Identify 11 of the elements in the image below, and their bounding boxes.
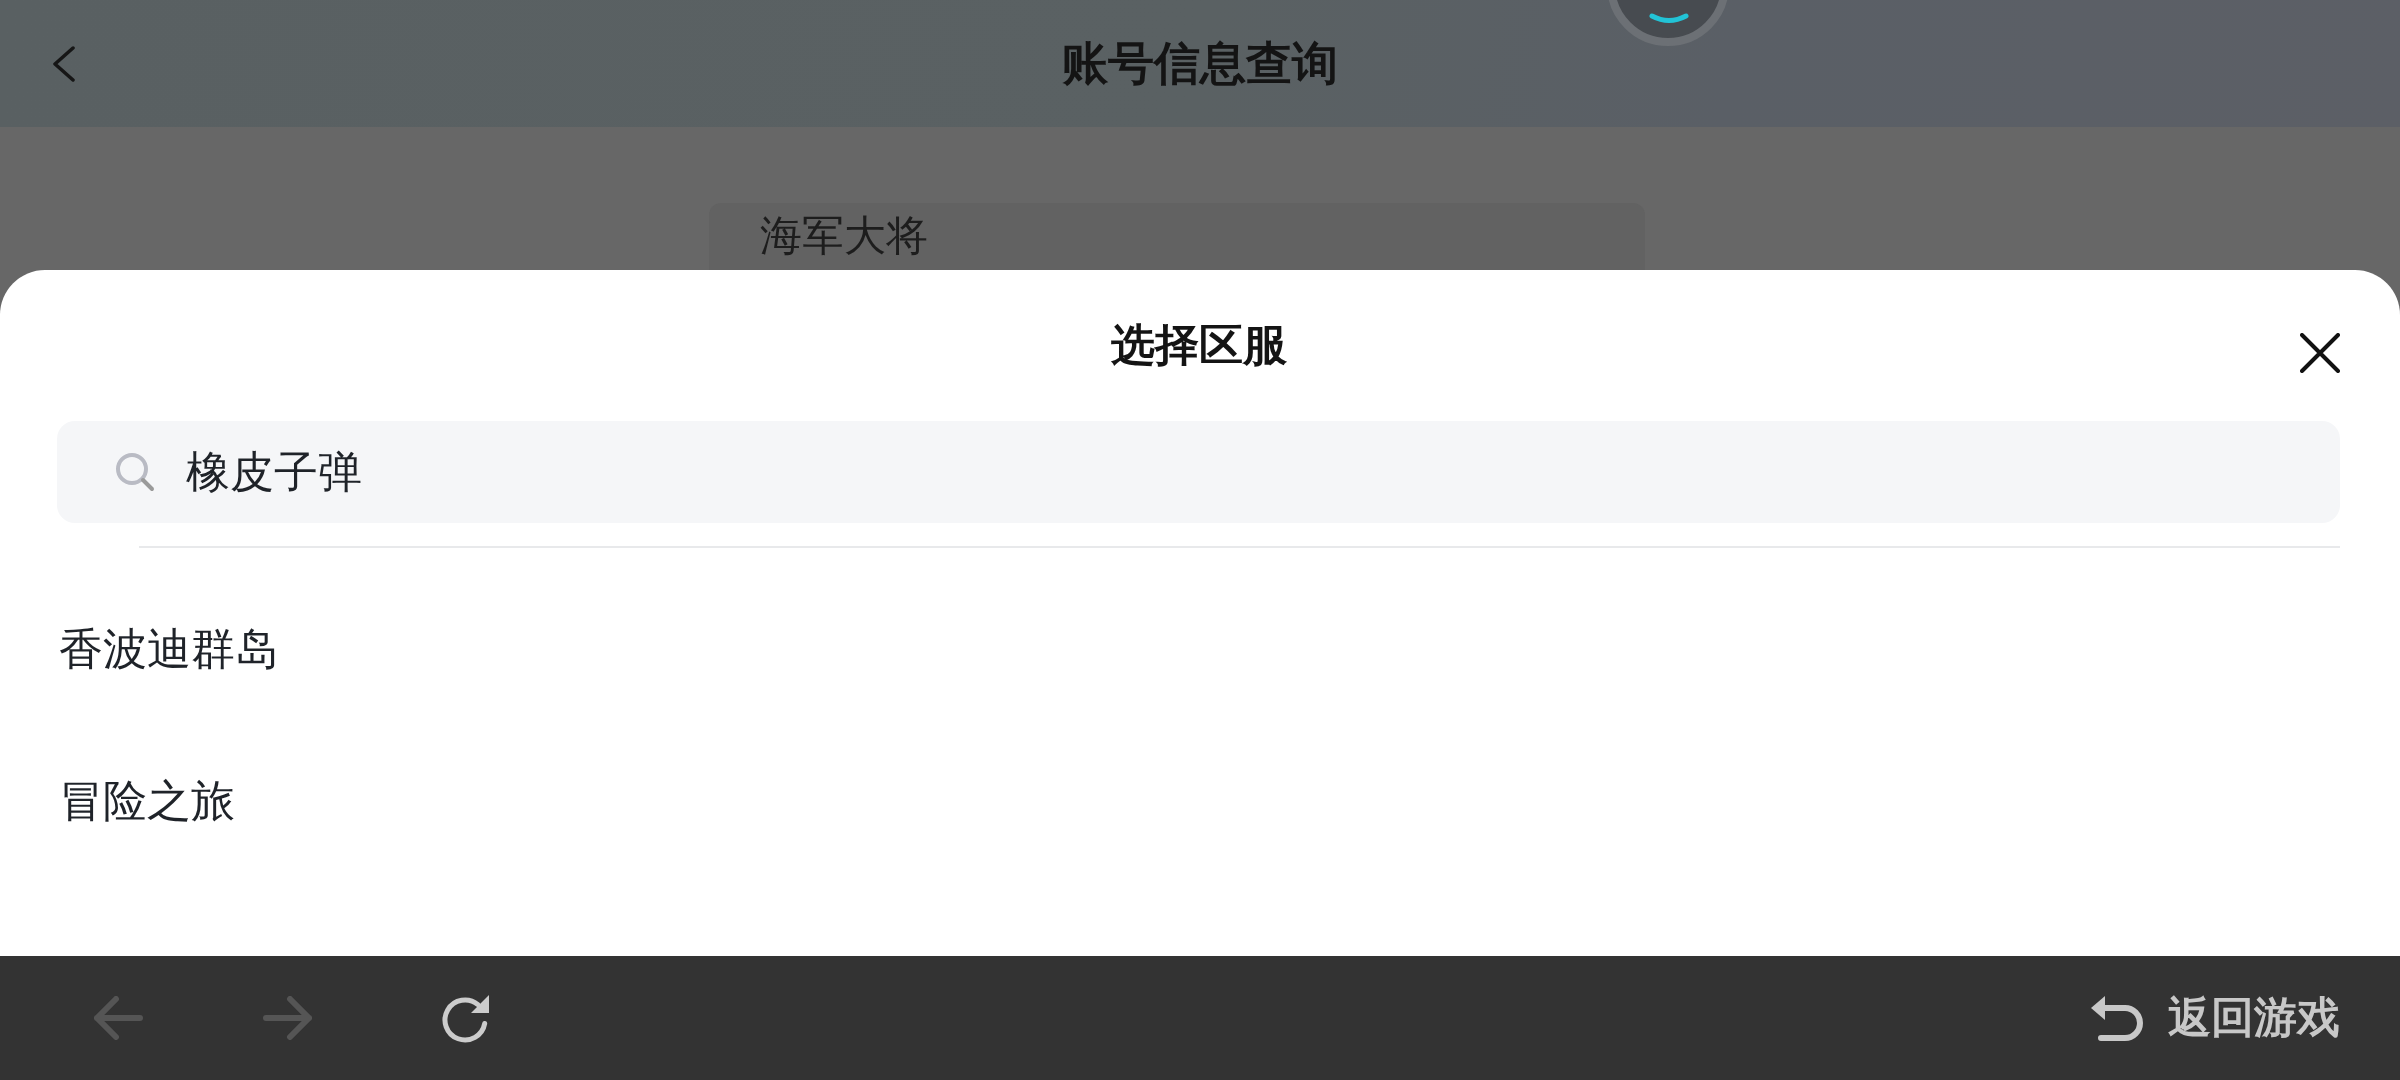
search-icon — [115, 452, 155, 492]
refresh-icon[interactable] — [441, 993, 491, 1043]
server-option[interactable]: 香波迪群岛 — [59, 623, 279, 675]
u-turn-arrow-icon — [2091, 994, 2143, 1042]
page-title: 账号信息查询 — [1062, 35, 1338, 92]
close-icon[interactable] — [2300, 333, 2340, 373]
return-to-game-button[interactable]: 返回游戏 — [2091, 994, 2340, 1042]
chevron-left-icon[interactable] — [52, 45, 76, 82]
sheet-title: 选择区服 — [1111, 320, 1287, 372]
search-field[interactable]: 橡皮子弹 — [57, 421, 2340, 523]
server-option[interactable]: 冒险之旅 — [59, 775, 235, 827]
